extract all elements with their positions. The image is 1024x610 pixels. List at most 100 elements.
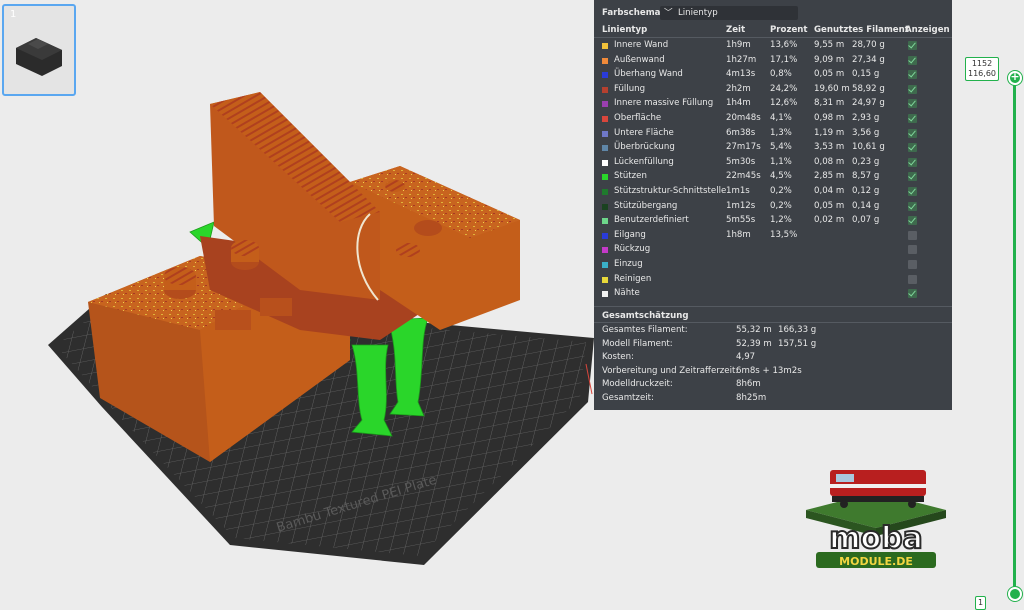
layer-slider-track[interactable]	[1013, 75, 1016, 595]
header-filament: Genutztes Filament	[814, 25, 909, 35]
bottom-layer-handle[interactable]	[1008, 587, 1022, 601]
show-checkbox[interactable]	[908, 289, 917, 299]
color-swatch	[602, 218, 608, 225]
line-type-name: Benutzerdefiniert	[614, 215, 689, 226]
line-type-meters: 0,08 m	[814, 156, 845, 167]
line-type-grams: 3,56 g	[852, 127, 880, 138]
line-type-meters: 2,85 m	[814, 171, 845, 182]
line-type-meters: 3,53 m	[814, 142, 845, 153]
line-type-row: Untere Fläche 6m38s 1,3% 1,19 m 3,56 g	[594, 128, 952, 143]
line-type-row: Außenwand 1h27m 17,1% 9,09 m 27,34 g	[594, 55, 952, 70]
line-type-name: Rückzug	[614, 244, 651, 255]
line-type-time: 6m38s	[726, 127, 756, 138]
line-type-time: 20m48s	[726, 113, 761, 123]
estimate-label: Modell Filament:	[602, 338, 673, 349]
show-checkbox[interactable]	[908, 230, 917, 240]
line-type-grams: 28,70 g	[852, 40, 885, 50]
color-swatch	[602, 130, 608, 137]
top-layer-tag: 1152 116,60	[965, 57, 999, 81]
line-type-name: Außenwand	[614, 54, 665, 65]
show-checkbox[interactable]	[908, 55, 917, 65]
line-type-row: Stützübergang 1m12s 0,2% 0,05 m 0,14 g	[594, 201, 952, 216]
color-swatch	[602, 101, 608, 108]
line-type-row: Überhang Wand 4m13s 0,8% 0,05 m 0,15 g	[594, 69, 952, 84]
line-type-percent: 24,2%	[770, 83, 798, 94]
show-checkbox[interactable]	[908, 172, 917, 182]
show-checkbox[interactable]	[908, 41, 917, 50]
line-type-time: 1h4m	[726, 98, 751, 109]
moba-module-logo: moba MODULE.DE	[806, 470, 946, 568]
estimate-value: 4,97	[736, 352, 756, 363]
show-checkbox[interactable]	[908, 114, 917, 123]
show-checkbox[interactable]	[908, 70, 917, 80]
line-type-row: Einzug	[594, 259, 952, 274]
show-checkbox[interactable]	[908, 128, 917, 138]
estimate-value: 55,32 m	[736, 325, 772, 335]
color-swatch	[602, 86, 608, 93]
line-type-time: 1h9m	[726, 40, 751, 50]
show-checkbox[interactable]	[908, 274, 917, 284]
show-checkbox[interactable]	[908, 84, 917, 94]
estimate-row: Vorbereitung und Zeitrafferzeit: 6m8s + 1…	[602, 366, 942, 380]
line-type-time: 1m1s	[726, 186, 750, 196]
color-scheme-dropdown[interactable]: ﹀ Linientyp	[660, 6, 798, 20]
estimate-value-2: 166,33 g	[778, 325, 817, 335]
show-checkbox[interactable]	[908, 201, 917, 211]
line-type-meters: 8,31 m	[814, 98, 845, 109]
top-layer-handle[interactable]: +	[1008, 70, 1022, 85]
line-type-name: Innere Wand	[614, 40, 669, 50]
color-swatch	[602, 276, 608, 283]
show-checkbox[interactable]	[908, 245, 917, 255]
line-type-row: Stützstruktur-Schnittstelle 1m1s 0,2% 0,04 …	[594, 186, 952, 201]
top-layer-number: 1152	[971, 59, 993, 68]
estimate-label: Vorbereitung und Zeitrafferzeit:	[602, 365, 739, 376]
estimate-row: Gesamtes Filament: 55,32 m 166,33 g	[602, 325, 942, 339]
line-type-row: Benutzerdefiniert 5m55s 1,2% 0,02 m 0,07 g	[594, 215, 952, 230]
line-type-time: 5m30s	[726, 156, 756, 167]
color-swatch	[602, 72, 608, 79]
show-checkbox[interactable]	[908, 143, 917, 153]
show-checkbox[interactable]	[908, 260, 917, 269]
line-type-percent: 13,6%	[770, 40, 798, 50]
estimate-label: Gesamtzeit:	[602, 393, 654, 403]
line-type-percent: 1,1%	[770, 156, 792, 167]
estimate-value: 8h25m	[736, 393, 767, 403]
line-type-meters: 0,02 m	[814, 215, 845, 226]
line-type-grams: 0,23 g	[852, 156, 880, 167]
show-checkbox[interactable]	[908, 216, 917, 226]
divider	[594, 322, 952, 323]
line-type-meters: 0,05 m	[814, 69, 845, 80]
show-checkbox[interactable]	[908, 99, 917, 109]
plus-icon: +	[1010, 70, 1020, 83]
line-type-name: Eilgang	[614, 229, 646, 240]
line-type-row: Eilgang 1h8m 13,5%	[594, 230, 952, 245]
line-type-percent: 5,4%	[770, 142, 792, 153]
logo-line2: MODULE.DE	[839, 555, 913, 568]
show-checkbox[interactable]	[908, 157, 917, 167]
line-type-percent: 13,5%	[770, 229, 798, 240]
header-time: Zeit	[726, 25, 746, 35]
line-type-row: Rückzug	[594, 244, 952, 259]
show-checkbox[interactable]	[908, 187, 917, 196]
line-type-percent: 17,1%	[770, 54, 798, 65]
estimate-label: Kosten:	[602, 352, 634, 363]
line-type-row: Stützen 22m45s 4,5% 2,85 m 8,57 g	[594, 171, 952, 186]
line-type-percent: 0,2%	[770, 200, 792, 211]
line-type-grams: 0,15 g	[852, 69, 880, 80]
line-type-time: 1h8m	[726, 229, 751, 240]
line-type-percent: 1,3%	[770, 127, 792, 138]
estimate-label: Gesamtes Filament:	[602, 325, 688, 335]
line-type-percent: 4,1%	[770, 113, 792, 123]
top-layer-height: 116,60	[968, 69, 996, 78]
line-type-row: Überbrückung 27m17s 5,4% 3,53 m 10,61 g	[594, 142, 952, 157]
line-type-time: 1h27m	[726, 54, 757, 65]
color-swatch	[602, 159, 608, 166]
line-type-percent: 0,2%	[770, 186, 792, 196]
estimate-title: Gesamtschätzung	[602, 311, 689, 321]
line-type-meters: 0,98 m	[814, 113, 845, 123]
line-type-time: 5m55s	[726, 215, 756, 226]
color-swatch	[602, 145, 608, 152]
line-type-percent: 4,5%	[770, 171, 792, 182]
header-show: Anzeigen	[905, 25, 950, 35]
line-type-row: Innere massive Füllung 1h4m 12,6% 8,31 m 24,…	[594, 98, 952, 113]
